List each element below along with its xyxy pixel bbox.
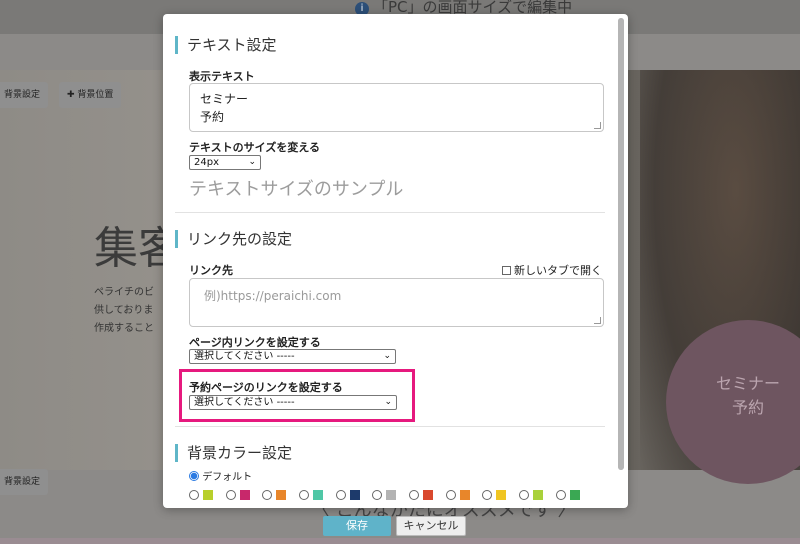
reserve-link-select[interactable]: 選択してください ----- ⌄ [189,395,397,410]
color-chip [313,490,323,500]
page-link-label: ページ内リンクを設定する [189,336,321,349]
bg-position-button[interactable]: ✚ 背景位置 [59,82,122,108]
color-chip [203,490,213,500]
section-divider [175,426,605,427]
link-settings-title: リンク先の設定 [175,230,292,248]
page-link-select[interactable]: 選択してください ----- ⌄ [189,349,396,364]
text-settings-title: テキスト設定 [175,36,277,54]
radio-checked-icon[interactable] [189,471,199,481]
bottom-band [0,538,800,544]
display-text-input[interactable]: セミナー 予約 [189,83,604,132]
text-size-select[interactable]: 24px ⌄ [189,155,261,170]
link-url-input[interactable]: 例)https://peraichi.com [189,278,604,327]
resize-grip-icon[interactable] [594,122,601,129]
color-chip [570,490,580,500]
bg-color-title: 背景カラー設定 [175,444,292,462]
color-chip [350,490,360,500]
bg-setting-button[interactable]: 背景設定 [0,82,49,108]
chevron-down-icon: ⌄ [248,157,256,167]
resize-grip-icon[interactable] [594,317,601,324]
color-swatches [189,490,609,502]
link-target-label: リンク先 [189,264,233,277]
reserve-link-label: 予約ページのリンクを設定する [189,381,343,394]
color-chip [423,490,433,500]
cancel-button[interactable]: キャンセル [396,516,466,536]
chevron-down-icon: ⌄ [384,397,392,407]
color-chip [240,490,250,500]
color-chip [533,490,543,500]
color-chip [460,490,470,500]
text-size-sample: テキストサイズのサンプル [189,179,404,200]
text-size-label: テキストのサイズを変える [189,141,321,154]
modal-scrollbar[interactable] [618,18,624,470]
color-chip [496,490,506,500]
button-settings-modal: テキスト設定 表示テキスト セミナー 予約 テキストのサイズを変える 24px … [163,14,628,508]
section-divider [175,212,605,213]
chevron-down-icon: ⌄ [383,351,391,361]
checkbox-icon[interactable] [502,266,511,275]
modal-body[interactable]: テキスト設定 表示テキスト セミナー 予約 テキストのサイズを変える 24px … [163,14,615,508]
save-button[interactable]: 保存 [323,516,391,536]
new-tab-checkbox[interactable]: 新しいタブで開く [502,262,602,278]
hero-paragraph: ペライチのビ 供しておりま 作成すること [94,287,154,334]
display-text-label: 表示テキスト [189,70,255,83]
scrollbar-thumb[interactable] [618,18,624,470]
default-color-option[interactable]: デフォルト [189,468,252,483]
color-chip [386,490,396,500]
color-chip [276,490,286,500]
bg-setting-button-2[interactable]: 背景設定 [0,469,49,495]
